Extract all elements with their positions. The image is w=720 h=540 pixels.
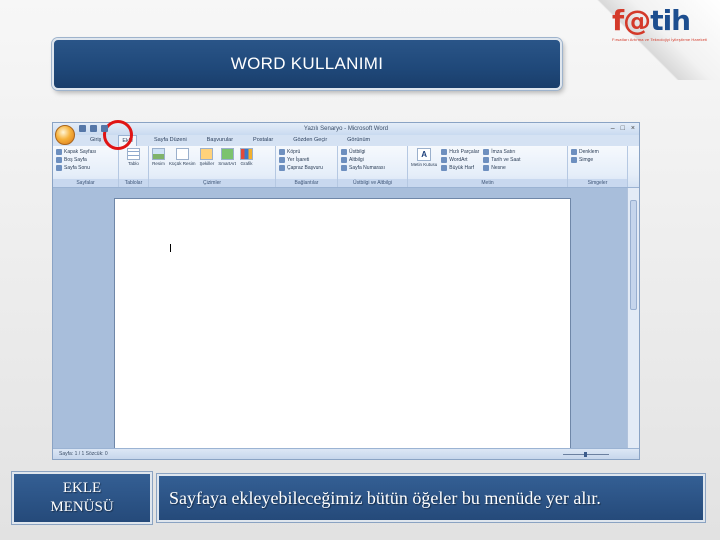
text-cursor <box>170 244 171 252</box>
status-bar: Sayfa: 1 / 1 Sözcük: 0 <box>53 448 639 459</box>
document-page[interactable] <box>114 198 571 458</box>
tab-review[interactable]: Gözden Geçir <box>290 135 330 146</box>
cross-reference-button[interactable]: Çapraz Başvuru <box>279 164 334 172</box>
page-break-button[interactable]: Sayfa Sonu <box>56 164 115 172</box>
save-icon[interactable] <box>79 125 86 132</box>
close-icon[interactable]: × <box>631 125 635 132</box>
description-box: Sayfaya ekleyebileceğimiz bütün öğeler b… <box>157 474 705 522</box>
chart-button[interactable]: Grafik <box>240 148 254 166</box>
tab-home[interactable]: Giriş <box>87 135 104 146</box>
description-text: Sayfaya ekleyebileceğimiz bütün öğeler b… <box>169 487 601 508</box>
quick-access-toolbar <box>79 125 108 132</box>
cover-page-button[interactable]: Kapak Sayfası <box>56 148 115 156</box>
status-text: Sayfa: 1 / 1 Sözcük: 0 <box>59 451 108 457</box>
ribbon-insert: Kapak Sayfası Boş Sayfa Sayfa Sonu Sayfa… <box>53 146 639 188</box>
tab-page-layout[interactable]: Sayfa Düzeni <box>151 135 190 146</box>
tab-mailings[interactable]: Postalar <box>250 135 276 146</box>
ribbon-tabs: Giriş Ekle Sayfa Düzeni Başvurular Posta… <box>53 135 639 146</box>
picture-button[interactable]: Resim <box>152 148 165 166</box>
undo-icon[interactable] <box>90 125 97 132</box>
scrollbar-thumb[interactable] <box>630 200 637 310</box>
word-window-screenshot: Yazılı Senaryo - Microsoft Word – □ × Gi… <box>52 122 640 460</box>
date-time-button[interactable]: Tarih ve Saat <box>483 156 520 164</box>
office-button[interactable] <box>55 125 75 145</box>
menu-label-box: EKLE MENÜSÜ <box>12 472 152 524</box>
object-button[interactable]: Nesne <box>483 164 520 172</box>
clip-art-button[interactable]: Küçük Resim <box>169 148 196 166</box>
quick-parts-button[interactable]: Hızlı Parçalar <box>441 148 479 156</box>
group-links: Köprü Yer İşareti Çapraz Başvuru Bağlant… <box>276 146 338 187</box>
group-pages: Kapak Sayfası Boş Sayfa Sayfa Sonu Sayfa… <box>53 146 119 187</box>
symbol-button[interactable]: Simge <box>571 156 624 164</box>
vertical-scrollbar[interactable] <box>627 188 639 450</box>
signature-line-button[interactable]: İmza Satırı <box>483 148 520 156</box>
word-titlebar: Yazılı Senaryo - Microsoft Word <box>53 123 639 135</box>
footer-button[interactable]: Altbilgi <box>341 156 404 164</box>
menu-label-line2: MENÜSÜ <box>50 499 114 515</box>
smartart-button[interactable]: SmartArt <box>218 148 236 166</box>
menu-label-line1: EKLE <box>62 480 102 496</box>
page-title: WORD KULLANIMI <box>230 54 384 73</box>
page-number-button[interactable]: Sayfa Numarası <box>341 164 404 172</box>
tab-references[interactable]: Başvurular <box>204 135 236 146</box>
zoom-slider[interactable] <box>551 452 621 457</box>
equation-button[interactable]: Denklem <box>571 148 624 156</box>
group-illustrations: Resim Küçük Resim Şekiller SmartArt Graf… <box>149 146 276 187</box>
group-text: A Metin Kutusu Hızlı Parçalar WordArt Büy… <box>408 146 568 187</box>
maximize-icon[interactable]: □ <box>621 125 625 132</box>
tab-view[interactable]: Görünüm <box>344 135 373 146</box>
group-tables: Tablo Tablolar <box>119 146 149 187</box>
hyperlink-button[interactable]: Köprü <box>279 148 334 156</box>
document-area <box>53 188 629 458</box>
bookmark-button[interactable]: Yer İşareti <box>279 156 334 164</box>
minimize-icon[interactable]: – <box>611 125 615 132</box>
header-button[interactable]: Üstbilgi <box>341 148 404 156</box>
window-controls: – □ × <box>611 125 635 132</box>
drop-cap-button[interactable]: Büyük Harf <box>441 164 479 172</box>
title-banner: WORD KULLANIMI <box>52 38 562 90</box>
blank-page-button[interactable]: Boş Sayfa <box>56 156 115 164</box>
group-header-footer: Üstbilgi Altbilgi Sayfa Numarası Üstbilg… <box>338 146 408 187</box>
logo-subtitle: Fırsatları Artırma ve Teknolojiyi İyileş… <box>612 37 708 42</box>
fatih-logo: f@tih Fırsatları Artırma ve Teknolojiyi … <box>612 6 712 46</box>
shapes-button[interactable]: Şekiller <box>200 148 214 166</box>
group-symbols: Denklem Simge Simgeler <box>568 146 628 187</box>
redo-icon[interactable] <box>101 125 108 132</box>
wordart-button[interactable]: WordArt <box>441 156 479 164</box>
table-button[interactable]: Tablo <box>122 148 145 166</box>
